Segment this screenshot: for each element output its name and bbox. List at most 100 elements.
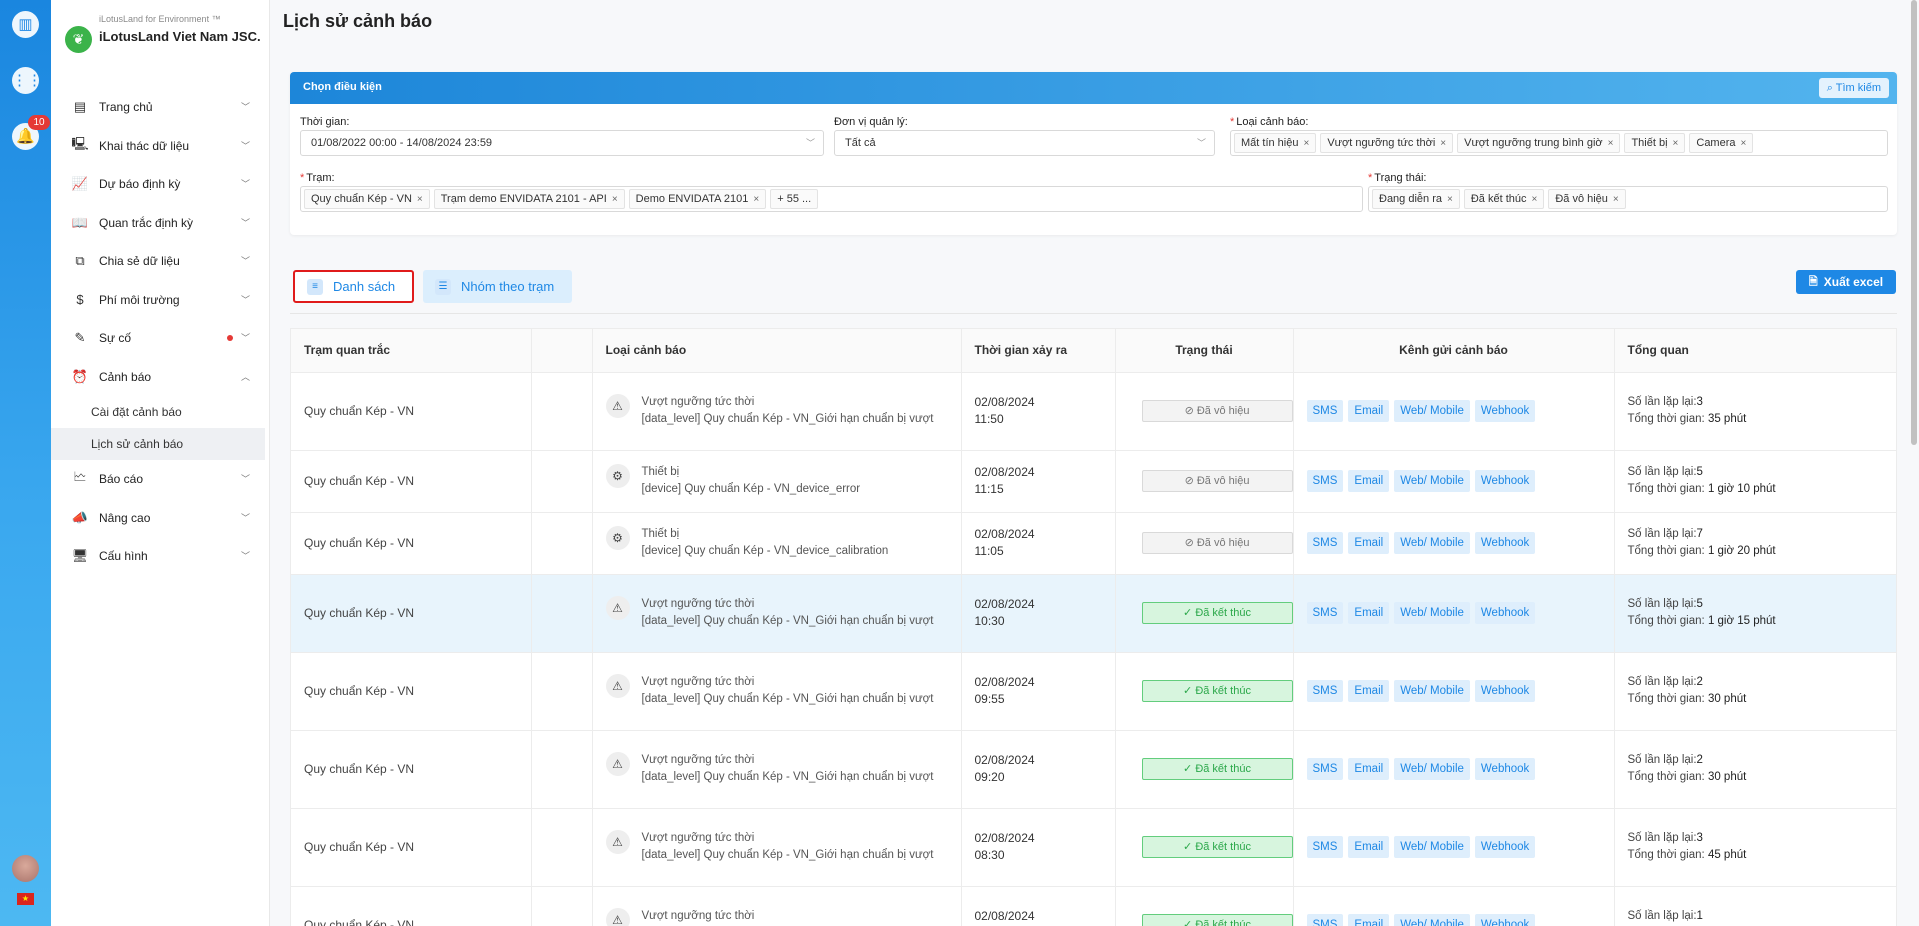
table-row[interactable]: Quy chuẩn Kép - VN⚠Vượt ngưỡng tức thời[…: [291, 574, 1896, 653]
alarm-type-cell: ⚠ Vượt ngưỡng tức thời [data_level] Quy ch…: [592, 574, 962, 653]
status-badge: ⊘ Đã vô hiệu: [1141, 532, 1293, 554]
sidebar-item[interactable]: 🖥 Cấu hình ﹀: [51, 537, 270, 576]
station-tag[interactable]: + 55 ...: [770, 189, 819, 209]
sidebar-item[interactable]: 📖 Quan trắc định kỳ ﹀: [51, 204, 270, 243]
table-row[interactable]: Quy chuẩn Kép - VN⚠Vượt ngưỡng tức thời[…: [291, 372, 1896, 451]
station-select[interactable]: Quy chuẩn Kép - VN × Trạm demo ENVIDATA 21…: [300, 186, 1363, 212]
status-cell: ⊘ Đã vô hiệu: [1115, 512, 1294, 575]
channel-badge: Web/ Mobile: [1394, 602, 1470, 624]
list-view-button[interactable]: ≡ Danh sách: [293, 270, 414, 303]
channel-badge: Web/ Mobile: [1394, 836, 1470, 858]
channel-badge: SMS: [1306, 602, 1344, 624]
status-tag[interactable]: Đã kết thúc ×: [1463, 189, 1545, 209]
close-icon[interactable]: ×: [1673, 138, 1679, 149]
sidebar-item[interactable]: ⏰ Cảnh báo ︿: [51, 358, 270, 397]
sidebar-item[interactable]: $ Phí môi trường ﹀: [51, 281, 270, 320]
close-icon[interactable]: ×: [1613, 194, 1619, 205]
dollar-icon: $: [76, 292, 84, 308]
group-by-station-button[interactable]: ☰ Nhóm theo trạm: [423, 270, 572, 303]
close-icon[interactable]: ×: [1440, 138, 1446, 149]
channel-badge: Webhook: [1474, 400, 1536, 422]
device-icon: ⚙: [605, 464, 630, 488]
channel-badge: Webhook: [1474, 470, 1536, 492]
warning-icon: ⚠: [605, 830, 630, 854]
channels-cell: SMS Email Web/ Mobile Webhook: [1293, 372, 1615, 451]
status-tag[interactable]: Đang diễn ra ×: [1372, 189, 1460, 209]
app-logo-icon[interactable]: ▥: [12, 11, 39, 38]
empty-cell: [531, 652, 593, 731]
table-row[interactable]: Quy chuẩn Kép - VN⚠Vượt ngưỡng tức thời[…: [291, 886, 1896, 926]
table-row[interactable]: Quy chuẩn Kép - VN⚠Vượt ngưỡng tức thời[…: [291, 652, 1896, 731]
alarm-type-tag[interactable]: Vượt ngưỡng trung bình giờ ×: [1457, 133, 1621, 153]
sidebar-item[interactable]: ✎ Sự cố ﹀: [51, 319, 270, 358]
close-icon[interactable]: ×: [1303, 138, 1309, 149]
unit-label: Đơn vị quản lý:: [834, 116, 908, 128]
alarm-type-select[interactable]: Mất tín hiệu × Vượt ngưỡng tức thời × Vượt n…: [1230, 130, 1888, 156]
sidebar-item[interactable]: 🖳 Khai thác dữ liệu ﹀: [51, 127, 270, 166]
status-cell: ✓ Đã kết thúc: [1115, 652, 1294, 731]
status-select[interactable]: Đang diễn ra × Đã kết thúc × Đã vô hiệu ×: [1368, 186, 1888, 212]
station-tag[interactable]: Demo ENVIDATA 2101 ×: [628, 189, 767, 209]
close-icon[interactable]: ×: [753, 194, 759, 205]
sidebar-item[interactable]: 📈 Dự báo định kỳ ﹀: [51, 165, 270, 204]
check-icon: ✓: [1183, 607, 1196, 619]
sidebar-subitem[interactable]: Cài đặt cảnh báo: [51, 396, 270, 428]
table-row[interactable]: Quy chuẩn Kép - VN ⚙ Thiết bị [device] Quy …: [291, 512, 1896, 575]
empty-cell: [531, 574, 593, 653]
sidebar-subitem[interactable]: Lịch sử cảnh báo: [51, 428, 265, 460]
channels-cell: SMS Email Web/ Mobile Webhook: [1293, 450, 1615, 513]
avatar[interactable]: [12, 855, 39, 882]
channel-badge: Web/ Mobile: [1394, 680, 1470, 702]
column-header: Loại cảnh báo: [592, 329, 962, 373]
table-row[interactable]: Quy chuẩn Kép - VN⚠Vượt ngưỡng tức thời[…: [291, 730, 1896, 809]
search-button[interactable]: ⌕ Tìm kiếm: [1818, 78, 1889, 98]
close-icon[interactable]: ×: [1608, 138, 1614, 149]
apps-grid-icon[interactable]: ⋮⋮: [12, 67, 42, 94]
language-flag-icon[interactable]: ★: [17, 893, 34, 905]
sidebar-item[interactable]: ⧉ Chia sẻ dữ liệu ﹀: [51, 242, 270, 281]
station-tag[interactable]: Quy chuẩn Kép - VN ×: [304, 189, 430, 209]
close-icon[interactable]: ×: [1447, 194, 1453, 205]
export-excel-button[interactable]: 🗎 Xuất excel: [1796, 270, 1896, 294]
channels-cell: SMS Email Web/ Mobile Webhook: [1293, 512, 1615, 575]
scrollbar[interactable]: [1911, 0, 1917, 445]
alarm-type-name: Vượt ngưỡng tức thời: [641, 676, 755, 688]
sidebar-item-label: Chia sẻ dữ liệu: [99, 254, 180, 269]
close-icon[interactable]: ×: [1531, 194, 1537, 205]
filter-title: Chọn điều kiện: [303, 81, 382, 93]
close-icon[interactable]: ×: [1741, 138, 1747, 149]
export-excel-label: Xuất excel: [1823, 275, 1884, 289]
warning-icon: ⚠: [605, 394, 630, 418]
channel-badge: Webhook: [1474, 836, 1536, 858]
alarm-description: [data_level] Quy chuẩn Kép - VN_Giới hạn…: [641, 849, 934, 861]
table-row[interactable]: Quy chuẩn Kép - VN ⚙ Thiết bị [device] Quy …: [291, 450, 1896, 513]
alarm-type-tag[interactable]: Mất tín hiệu ×: [1234, 133, 1317, 153]
alarm-type-tag[interactable]: Thiết bị ×: [1624, 133, 1686, 153]
share-icon: ⧉: [75, 253, 85, 269]
table-row[interactable]: Quy chuẩn Kép - VN⚠Vượt ngưỡng tức thời[…: [291, 808, 1896, 887]
alarm-type-name: Vượt ngưỡng tức thời: [641, 754, 755, 766]
search-button-label: Tìm kiếm: [1835, 82, 1881, 94]
sidebar-item[interactable]: 🗠 Báo cáo ﹀: [51, 460, 270, 499]
close-icon[interactable]: ×: [417, 194, 423, 205]
sidebar-item[interactable]: 📣 Nâng cao ﹀: [51, 499, 270, 538]
station-tag[interactable]: Trạm demo ENVIDATA 2101 - API ×: [433, 189, 625, 209]
channel-badge: SMS: [1306, 400, 1344, 422]
alert-dot: [227, 335, 233, 341]
chevron-up-icon: ︿: [240, 371, 250, 382]
warning-icon: ⚠: [605, 674, 630, 698]
alarm-type-name: Thiết bị: [641, 466, 680, 478]
alarm-type-cell: ⚙ Thiết bị [device] Quy chuẩn Kép - VN_dev…: [592, 512, 962, 575]
sidebar-item-label: Khai thác dữ liệu: [99, 138, 190, 153]
close-icon[interactable]: ×: [612, 194, 618, 205]
chevron-down-icon: ﹀: [1196, 138, 1206, 148]
sidebar-item[interactable]: ▤ Trang chủ ﹀: [51, 88, 270, 127]
time-range-picker[interactable]: 01/08/2022 00:00 - 14/08/2024 23:59 ﹀: [300, 130, 824, 156]
alarm-type-tag[interactable]: Vượt ngưỡng tức thời ×: [1320, 133, 1454, 153]
channel-badge: Webhook: [1474, 914, 1536, 926]
alarm-type-tag[interactable]: Camera ×: [1689, 133, 1754, 153]
unit-select[interactable]: Tất cả ﹀: [834, 130, 1215, 156]
status-tag[interactable]: Đã vô hiệu ×: [1548, 189, 1626, 209]
status-badge: ⊘ Đã vô hiệu: [1141, 400, 1293, 422]
status-badge: ✓ Đã kết thúc: [1141, 758, 1293, 780]
